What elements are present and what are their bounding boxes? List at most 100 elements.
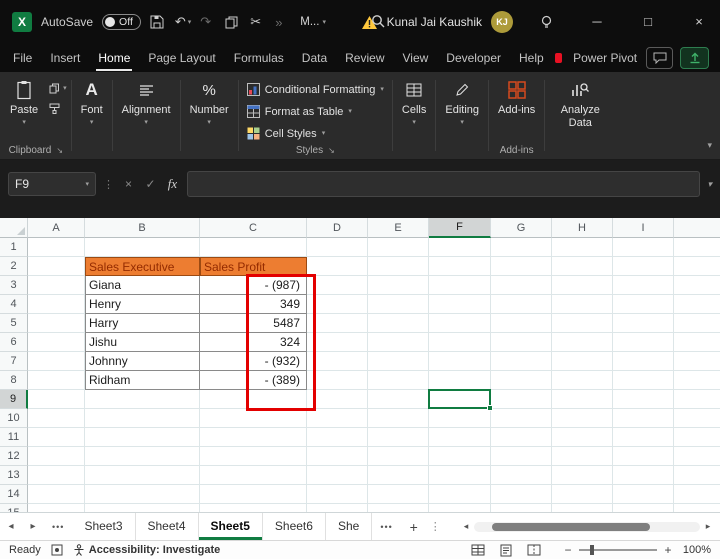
cell-b1[interactable] (85, 238, 200, 257)
cell-c11[interactable] (200, 428, 307, 447)
cell-h15[interactable] (552, 504, 613, 512)
sheet-nav-left-icon[interactable]: ◂ (0, 521, 22, 532)
cell-g7[interactable] (491, 352, 552, 371)
tab-help[interactable]: Help (510, 44, 553, 72)
cell-partial[interactable] (674, 371, 720, 390)
comments-button[interactable] (646, 47, 673, 69)
cell-e7[interactable] (368, 352, 429, 371)
zoom-slider[interactable] (579, 549, 657, 551)
cell-b4[interactable]: Henry (85, 295, 200, 314)
cell-e5[interactable] (368, 314, 429, 333)
cell-e4[interactable] (368, 295, 429, 314)
tab-developer[interactable]: Developer (437, 44, 510, 72)
cell-e6[interactable] (368, 333, 429, 352)
tab-page-layout[interactable]: Page Layout (139, 44, 224, 72)
cell-d11[interactable] (307, 428, 368, 447)
copy-small-button[interactable]: ▾ (49, 83, 67, 94)
autosave-toggle[interactable]: Off (102, 14, 141, 30)
close-button[interactable]: × (678, 0, 720, 44)
scrollbar-thumb[interactable] (492, 523, 650, 531)
column-header-g[interactable]: G (491, 218, 552, 238)
sheet-tab-truncated[interactable]: She (326, 513, 372, 540)
cell-b13[interactable] (85, 466, 200, 485)
row-header-3[interactable]: 3 (0, 276, 28, 295)
fill-handle[interactable] (487, 405, 493, 411)
row-header-15[interactable]: 15 (0, 504, 28, 512)
zoom-out-button[interactable]: − (563, 543, 573, 557)
cell-i8[interactable] (613, 371, 674, 390)
column-header-c[interactable]: C (200, 218, 307, 238)
cell-a8[interactable] (28, 371, 85, 390)
copy-icon[interactable] (225, 16, 241, 29)
row-header-11[interactable]: 11 (0, 428, 28, 447)
cell-e11[interactable] (368, 428, 429, 447)
cell-partial[interactable] (674, 390, 720, 409)
sheet-tab-sheet3[interactable]: Sheet3 (72, 513, 135, 540)
cell-b12[interactable] (85, 447, 200, 466)
page-break-view-button[interactable] (527, 544, 541, 556)
cell-d10[interactable] (307, 409, 368, 428)
share-button[interactable] (680, 47, 709, 69)
cell-partial[interactable] (674, 295, 720, 314)
quick-access-menu[interactable]: M...▾ (300, 16, 326, 28)
cell-a15[interactable] (28, 504, 85, 512)
sheet-nav-right-icon[interactable]: ▸ (22, 521, 44, 532)
cell-h1[interactable] (552, 238, 613, 257)
cell-b10[interactable] (85, 409, 200, 428)
formula-input[interactable] (187, 171, 700, 197)
cell-g15[interactable] (491, 504, 552, 512)
cell-partial[interactable] (674, 485, 720, 504)
cell-i6[interactable] (613, 333, 674, 352)
alignment-button[interactable]: Alignment ▾ (117, 77, 176, 128)
cell-c15[interactable] (200, 504, 307, 512)
cell-b2[interactable]: Sales Executive (85, 257, 200, 276)
horizontal-scrollbar[interactable]: ◂ ▸ (458, 521, 720, 532)
cell-h13[interactable] (552, 466, 613, 485)
cell-d7[interactable] (307, 352, 368, 371)
cell-g12[interactable] (491, 447, 552, 466)
format-as-table-button[interactable]: Format as Table ▾ (243, 101, 388, 122)
cell-h12[interactable] (552, 447, 613, 466)
cell-i5[interactable] (613, 314, 674, 333)
sheet-tab-sheet5[interactable]: Sheet5 (199, 513, 263, 540)
row-header-7[interactable]: 7 (0, 352, 28, 371)
tab-formulas[interactable]: Formulas (225, 44, 293, 72)
cell-a3[interactable] (28, 276, 85, 295)
cell-f8[interactable] (429, 371, 491, 390)
column-header-i[interactable]: I (613, 218, 674, 238)
cell-i12[interactable] (613, 447, 674, 466)
cell-b15[interactable] (85, 504, 200, 512)
name-box[interactable]: F9 ▾ (8, 172, 96, 196)
page-layout-view-button[interactable] (500, 544, 512, 557)
tab-power-pivot[interactable]: Power Pivot (564, 44, 646, 72)
cell-b9[interactable] (85, 390, 200, 409)
cell-f12[interactable] (429, 447, 491, 466)
cell-styles-button[interactable]: Cell Styles ▾ (243, 123, 388, 144)
select-all-button[interactable] (0, 218, 28, 238)
cell-g2[interactable] (491, 257, 552, 276)
cell-h2[interactable] (552, 257, 613, 276)
cell-g13[interactable] (491, 466, 552, 485)
cell-a7[interactable] (28, 352, 85, 371)
analyze-data-button[interactable]: Analyze Data (549, 77, 611, 131)
insert-function-icon[interactable]: fx (165, 176, 180, 192)
row-header-1[interactable]: 1 (0, 238, 28, 257)
cell-e8[interactable] (368, 371, 429, 390)
scroll-left-icon[interactable]: ◂ (458, 521, 474, 532)
save-icon[interactable] (150, 15, 166, 29)
sheet-tab-sheet6[interactable]: Sheet6 (263, 513, 326, 540)
cell-h7[interactable] (552, 352, 613, 371)
more-sheets-right-icon[interactable]: ••• (372, 522, 400, 532)
cell-i13[interactable] (613, 466, 674, 485)
cell-partial[interactable] (674, 314, 720, 333)
column-header-e[interactable]: E (368, 218, 429, 238)
cell-e9[interactable] (368, 390, 429, 409)
scroll-right-icon[interactable]: ▸ (700, 521, 716, 532)
zoom-level[interactable]: 100% (679, 544, 711, 556)
row-header-14[interactable]: 14 (0, 485, 28, 504)
cell-h14[interactable] (552, 485, 613, 504)
cell-d13[interactable] (307, 466, 368, 485)
cell-h6[interactable] (552, 333, 613, 352)
cell-partial[interactable] (674, 238, 720, 257)
cell-b14[interactable] (85, 485, 200, 504)
